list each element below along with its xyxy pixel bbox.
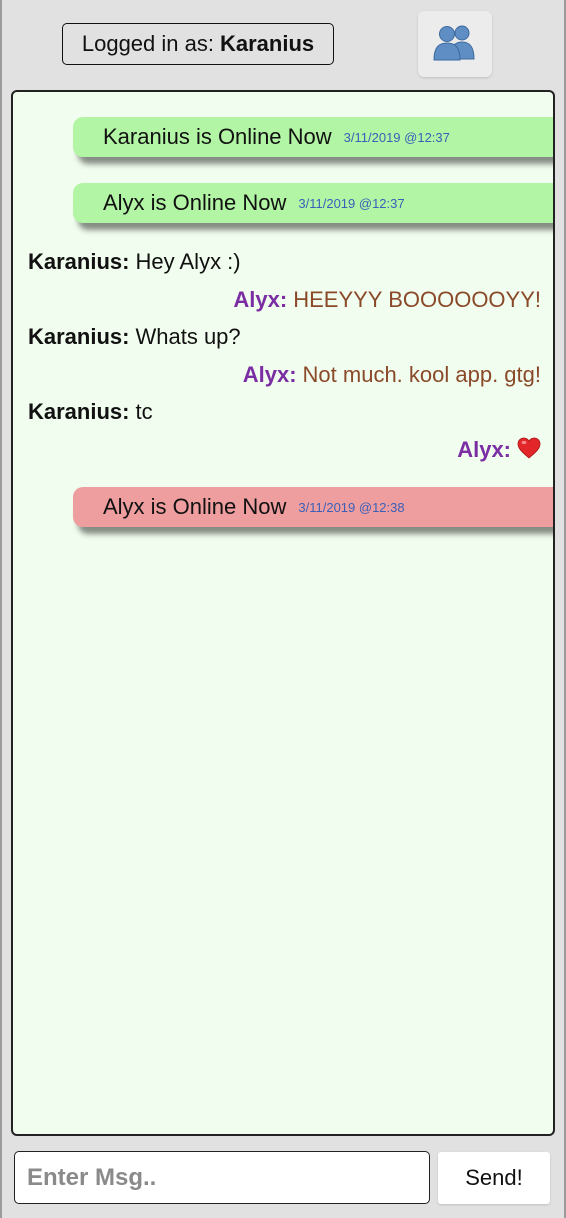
logged-in-indicator: Logged in as: Karanius: [62, 23, 334, 65]
users-icon: [432, 23, 478, 66]
message-sender: Alyx:: [233, 287, 288, 312]
notice-text: Alyx is Online Now: [103, 494, 287, 519]
message-sender: Alyx:: [457, 437, 511, 462]
notice-timestamp: 3/11/2019 @12:38: [298, 499, 405, 515]
notice-text: Alyx is Online Now: [103, 190, 287, 215]
send-button[interactable]: Send!: [438, 1152, 550, 1204]
current-username: Karanius: [219, 31, 315, 56]
message-sender: Alyx:: [242, 362, 297, 387]
message-text: Not much. kool app. gtg!: [302, 362, 541, 387]
chat-message: Karanius: Hey Alyx :): [28, 249, 241, 275]
notice-text: Karanius is Online Now: [103, 124, 332, 149]
message-sender: Karanius:: [28, 399, 130, 424]
logged-in-label: Logged in as:: [81, 31, 214, 56]
heart-icon: [517, 437, 541, 465]
status-notice: Alyx is Online Now 3/11/2019 @12:38: [73, 487, 553, 527]
chat-message: Karanius: Whats up?: [28, 324, 241, 350]
chat-message: Alyx: HEEYYY BOOOOOOYY!: [233, 287, 541, 313]
online-users-button[interactable]: [418, 11, 492, 77]
message-text: Whats up?: [135, 324, 241, 349]
message-sender: Karanius:: [28, 324, 130, 349]
chat-message: Alyx: Not much. kool app. gtg!: [243, 362, 541, 388]
status-notice: Karanius is Online Now 3/11/2019 @12:37: [73, 117, 553, 157]
message-input[interactable]: [14, 1151, 430, 1204]
message-sender: Karanius:: [28, 249, 130, 274]
chat-message: Karanius: tc: [28, 399, 153, 425]
notice-timestamp: 3/11/2019 @12:37: [343, 129, 450, 145]
notice-timestamp: 3/11/2019 @12:37: [298, 195, 405, 211]
message-text: tc: [135, 399, 153, 424]
status-notice: Alyx is Online Now 3/11/2019 @12:37: [73, 183, 553, 223]
window-edge-left: [0, 0, 2, 1218]
message-text: HEEYYY BOOOOOOYY!: [293, 287, 541, 312]
chat-feed[interactable]: Karanius is Online Now 3/11/2019 @12:37 …: [11, 90, 555, 1136]
chat-message: Alyx:: [457, 437, 541, 465]
message-text: Hey Alyx :): [135, 249, 241, 274]
